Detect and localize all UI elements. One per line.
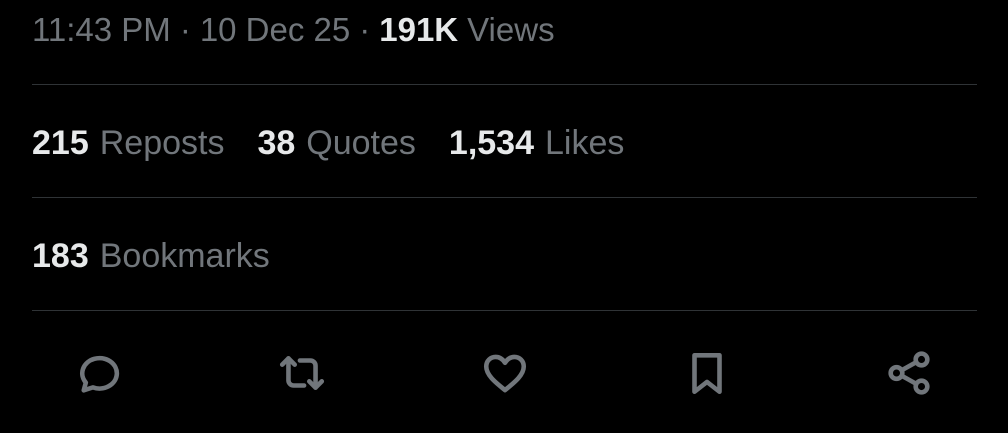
- views-count[interactable]: 191K: [379, 11, 458, 49]
- divider: [32, 310, 977, 311]
- likes-count: 1,534: [448, 123, 535, 162]
- heart-icon: [483, 354, 526, 393]
- like-button[interactable]: [477, 345, 533, 401]
- quotes-count: 38: [257, 123, 296, 162]
- reposts-label: Reposts: [99, 123, 225, 162]
- bookmark-icon: [691, 353, 722, 395]
- divider: [32, 197, 977, 198]
- quotes-label: Quotes: [306, 123, 416, 162]
- quotes-stat[interactable]: 38 Quotes: [257, 124, 415, 163]
- reposts-stat[interactable]: 215 Reposts: [32, 124, 224, 163]
- likes-label: Likes: [545, 123, 625, 162]
- tweet-date[interactable]: 10 Dec 25: [200, 11, 350, 49]
- views-label[interactable]: Views: [467, 11, 554, 49]
- repost-icon: [280, 356, 325, 390]
- bookmarks-label: Bookmarks: [99, 236, 270, 275]
- tweet-meta: 11:43 PM · 10 Dec 25 · 191K Views: [32, 10, 555, 50]
- share-button[interactable]: [881, 345, 937, 401]
- tweet-detail-footer: 11:43 PM · 10 Dec 25 · 191K Views 215 Re…: [32, 0, 977, 433]
- bookmarks-count: 183: [32, 236, 89, 275]
- bookmarks-stat[interactable]: 183 Bookmarks: [32, 237, 270, 276]
- reposts-count: 215: [32, 123, 89, 162]
- divider: [32, 84, 977, 85]
- tweet-time[interactable]: 11:43 PM: [32, 11, 171, 49]
- repost-button[interactable]: [274, 345, 330, 401]
- likes-stat[interactable]: 1,534 Likes: [449, 124, 624, 163]
- reply-button[interactable]: [72, 345, 128, 401]
- meta-separator: ·: [359, 11, 371, 48]
- bookmark-button[interactable]: [679, 345, 735, 401]
- bookmark-stats: 183 Bookmarks: [32, 236, 303, 276]
- share-icon: [888, 351, 930, 395]
- comment-icon: [80, 355, 120, 393]
- action-bar: [72, 345, 937, 401]
- engagement-stats: 215 Reposts 38 Quotes 1,534 Likes: [32, 123, 657, 163]
- meta-separator: ·: [179, 11, 191, 48]
